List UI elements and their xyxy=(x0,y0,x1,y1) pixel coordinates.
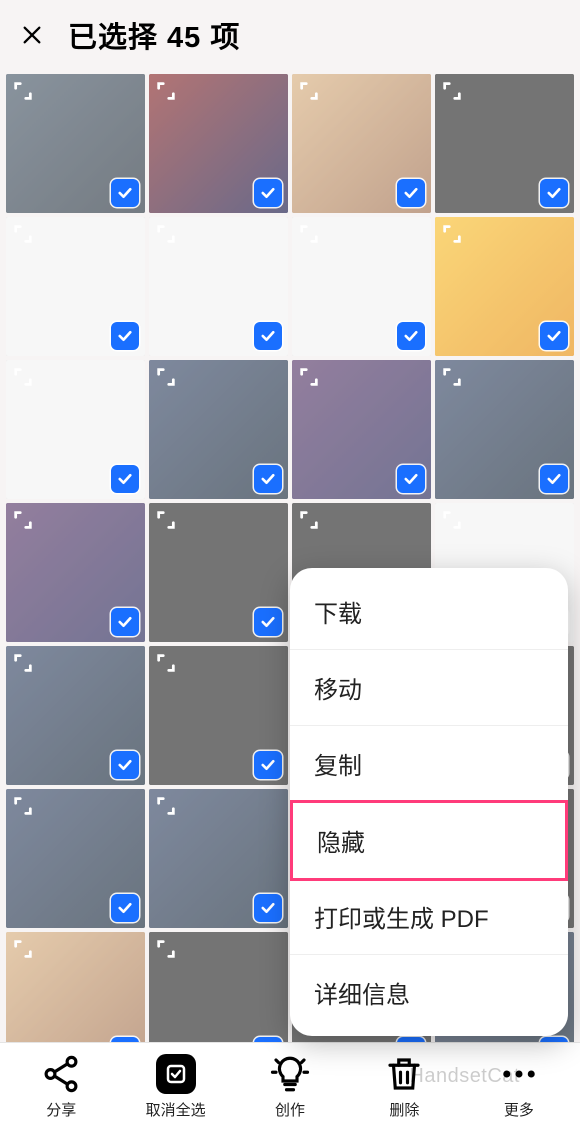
photo-thumbnail[interactable] xyxy=(435,217,574,356)
menu-item-1[interactable]: 移动 xyxy=(290,650,568,726)
bottom-toolbar: 分享 取消全选 创作 删除 更多 xyxy=(0,1042,580,1134)
photo-thumbnail[interactable] xyxy=(6,646,145,785)
trash-icon xyxy=(383,1053,425,1095)
photo-thumbnail[interactable] xyxy=(149,789,288,928)
selected-check-icon[interactable] xyxy=(254,608,282,636)
selected-check-icon[interactable] xyxy=(540,465,568,493)
selected-check-icon[interactable] xyxy=(254,179,282,207)
toolbar-lightbulb-button[interactable]: 创作 xyxy=(233,1053,347,1120)
expand-icon xyxy=(12,795,34,817)
toolbar-more-button[interactable]: 更多 xyxy=(462,1053,576,1120)
toolbar-label: 分享 xyxy=(46,1099,76,1120)
expand-icon xyxy=(12,509,34,531)
selected-check-icon[interactable] xyxy=(111,465,139,493)
expand-icon xyxy=(298,80,320,102)
toolbar-label: 删除 xyxy=(389,1099,419,1120)
expand-icon xyxy=(155,652,177,674)
selected-check-icon[interactable] xyxy=(540,322,568,350)
selected-check-icon[interactable] xyxy=(397,179,425,207)
page-title: 已选择 45 项 xyxy=(68,14,240,56)
toolbar-trash-button[interactable]: 删除 xyxy=(347,1053,461,1120)
photo-thumbnail[interactable] xyxy=(435,360,574,499)
expand-icon xyxy=(441,80,463,102)
toolbar-deselect-button[interactable]: 取消全选 xyxy=(118,1053,232,1120)
lightbulb-icon xyxy=(269,1053,311,1095)
photo-thumbnail[interactable] xyxy=(149,646,288,785)
close-icon[interactable] xyxy=(18,21,46,49)
menu-item-3[interactable]: 隐藏 xyxy=(290,800,568,881)
selected-check-icon[interactable] xyxy=(111,179,139,207)
expand-icon xyxy=(155,80,177,102)
photo-thumbnail[interactable] xyxy=(292,360,431,499)
expand-icon xyxy=(441,366,463,388)
expand-icon xyxy=(298,366,320,388)
expand-icon xyxy=(12,80,34,102)
more-icon xyxy=(498,1053,540,1095)
photo-thumbnail[interactable] xyxy=(6,360,145,499)
selected-check-icon[interactable] xyxy=(254,465,282,493)
photo-thumbnail[interactable] xyxy=(149,217,288,356)
photo-thumbnail[interactable] xyxy=(6,217,145,356)
selected-check-icon[interactable] xyxy=(111,322,139,350)
menu-item-0[interactable]: 下载 xyxy=(290,574,568,650)
expand-icon xyxy=(12,366,34,388)
photo-thumbnail[interactable] xyxy=(292,74,431,213)
photo-thumbnail[interactable] xyxy=(149,360,288,499)
selected-check-icon[interactable] xyxy=(397,465,425,493)
selected-check-icon[interactable] xyxy=(111,894,139,922)
toolbar-label: 取消全选 xyxy=(146,1099,206,1120)
photo-thumbnail[interactable] xyxy=(435,74,574,213)
selected-check-icon[interactable] xyxy=(254,894,282,922)
toolbar-label: 创作 xyxy=(275,1099,305,1120)
expand-icon xyxy=(155,938,177,960)
photo-thumbnail[interactable] xyxy=(6,503,145,642)
expand-icon xyxy=(298,509,320,531)
selected-check-icon[interactable] xyxy=(254,322,282,350)
header: 已选择 45 项 xyxy=(0,0,580,74)
expand-icon xyxy=(441,223,463,245)
selected-check-icon[interactable] xyxy=(111,751,139,779)
expand-icon xyxy=(12,938,34,960)
photo-thumbnail[interactable] xyxy=(6,789,145,928)
selected-check-icon[interactable] xyxy=(254,751,282,779)
deselect-icon xyxy=(155,1053,197,1095)
menu-item-5[interactable]: 详细信息 xyxy=(290,955,568,1030)
selected-check-icon[interactable] xyxy=(540,179,568,207)
selected-check-icon[interactable] xyxy=(111,608,139,636)
photo-thumbnail[interactable] xyxy=(149,503,288,642)
toolbar-label: 更多 xyxy=(504,1099,534,1120)
expand-icon xyxy=(155,223,177,245)
expand-icon xyxy=(155,366,177,388)
expand-icon xyxy=(155,509,177,531)
expand-icon xyxy=(12,652,34,674)
expand-icon xyxy=(441,509,463,531)
expand-icon xyxy=(298,223,320,245)
expand-icon xyxy=(12,223,34,245)
selected-check-icon[interactable] xyxy=(397,322,425,350)
photo-thumbnail[interactable] xyxy=(6,74,145,213)
expand-icon xyxy=(155,795,177,817)
photo-thumbnail[interactable] xyxy=(149,74,288,213)
menu-item-2[interactable]: 复制 xyxy=(290,726,568,802)
menu-item-4[interactable]: 打印或生成 PDF xyxy=(290,879,568,955)
toolbar-share-button[interactable]: 分享 xyxy=(4,1053,118,1120)
more-menu-popup: 下载移动复制隐藏打印或生成 PDF详细信息 xyxy=(290,568,568,1036)
photo-thumbnail[interactable] xyxy=(292,217,431,356)
share-icon xyxy=(40,1053,82,1095)
